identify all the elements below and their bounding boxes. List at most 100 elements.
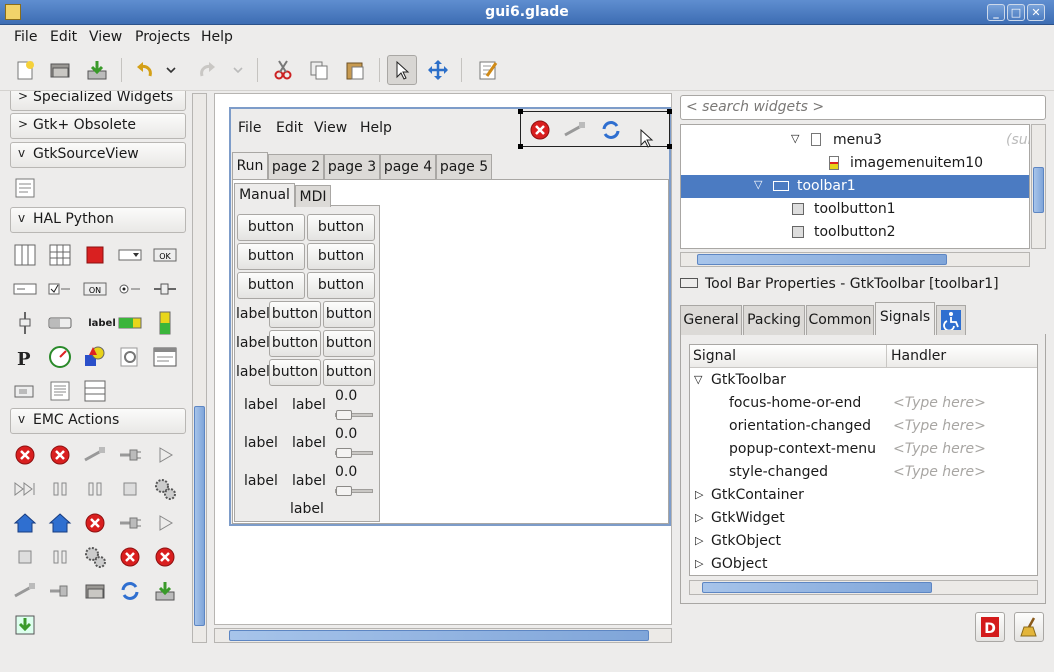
tab-manual[interactable]: Manual <box>234 183 295 207</box>
search-input[interactable]: < search widgets > <box>680 95 1046 120</box>
stop-icon[interactable] <box>117 476 143 502</box>
menu-view[interactable]: View <box>89 29 122 45</box>
vscale-icon[interactable] <box>12 310 38 336</box>
button[interactable]: button <box>307 214 375 241</box>
abort-icon[interactable] <box>117 544 143 570</box>
coolant-off-icon[interactable] <box>12 578 38 604</box>
vbar-icon[interactable] <box>152 310 178 336</box>
tab-accessibility[interactable] <box>936 305 966 335</box>
home-all-icon[interactable] <box>47 510 73 536</box>
home-icon[interactable] <box>12 510 38 536</box>
button[interactable]: button <box>269 301 321 328</box>
drag-resize-icon[interactable] <box>423 55 453 85</box>
open-file-icon[interactable] <box>82 578 108 604</box>
expander-right-icon[interactable]: ▷ <box>695 488 703 501</box>
signal-class-gtktoolbar[interactable]: ▽ GtkToolbar <box>690 372 1037 395</box>
palette-group-specialized[interactable]: > Specialized Widgets <box>10 91 186 111</box>
checkbutton-icon[interactable] <box>47 276 73 302</box>
menu-edit[interactable]: Edit <box>50 29 77 45</box>
handler-field[interactable]: <Type here> <box>893 395 986 411</box>
close-button[interactable]: ✕ <box>1027 4 1045 21</box>
signal-orientation-changed[interactable]: orientation-changed <box>729 418 871 441</box>
tab-packing[interactable]: Packing <box>743 305 805 335</box>
expander-down-icon[interactable]: ▽ <box>694 373 702 386</box>
led-icon[interactable] <box>82 242 108 268</box>
run-icon[interactable] <box>152 510 178 536</box>
expander-down-icon[interactable]: ▽ <box>754 178 762 191</box>
pause-2-icon[interactable] <box>82 476 108 502</box>
devhelp-button[interactable]: D <box>975 612 1005 642</box>
design-menu-help[interactable]: Help <box>360 120 392 136</box>
palette-group-hal[interactable]: v HAL Python <box>10 207 186 233</box>
signal-class-gtkcontainer[interactable]: ▷ GtkContainer <box>690 487 1037 510</box>
tab-signals[interactable]: Signals <box>875 302 935 335</box>
button[interactable]: button <box>307 272 375 299</box>
textview-icon[interactable] <box>47 378 73 404</box>
shapes-icon[interactable] <box>82 344 108 370</box>
widget-tree[interactable]: ▽ menu3 (sub imagemenuitem10 ▽ toolbar1 … <box>680 124 1030 249</box>
gears-2-icon[interactable] <box>82 544 108 570</box>
hscale[interactable] <box>335 486 373 496</box>
canvas-hscrollbar[interactable] <box>214 628 672 643</box>
hscale-icon[interactable] <box>152 276 178 302</box>
hscale[interactable] <box>335 448 373 458</box>
python-icon[interactable]: P <box>12 344 38 370</box>
design-window[interactable]: File Edit View Help Run page 2 page 3 pa… <box>229 107 672 526</box>
tree-row-toolbutton1[interactable]: toolbutton1 <box>681 198 1029 221</box>
menu-help[interactable]: Help <box>201 29 233 45</box>
tree-row-menu3[interactable]: ▽ menu3 (sub <box>681 129 1029 152</box>
design-menu-edit[interactable]: Edit <box>276 120 303 136</box>
undo-dropdown-icon[interactable] <box>161 55 181 85</box>
estop-reset-icon[interactable] <box>47 442 73 468</box>
handler-field[interactable]: <Type here> <box>893 441 986 457</box>
cut-icon[interactable] <box>268 55 298 85</box>
signals-hscrollbar[interactable] <box>689 580 1038 595</box>
expander-right-icon[interactable]: ▷ <box>695 557 703 570</box>
save-as-icon[interactable] <box>12 612 38 638</box>
column-handler[interactable]: Handler <box>891 348 946 364</box>
coolant-on-icon[interactable] <box>47 578 73 604</box>
button[interactable]: button <box>323 301 375 328</box>
file-button-icon[interactable] <box>12 378 38 404</box>
tab-common[interactable]: Common <box>806 305 874 335</box>
design-menu-view[interactable]: View <box>314 120 347 136</box>
combobox-icon[interactable] <box>117 242 143 268</box>
tab-page-5[interactable]: page 5 <box>436 154 492 180</box>
signals-tree[interactable]: Signal Handler ▽ GtkToolbar focus-home-o… <box>689 344 1038 576</box>
spinbutton-icon[interactable] <box>12 276 38 302</box>
radiobutton-icon[interactable] <box>117 276 143 302</box>
redo-icon[interactable] <box>192 55 222 85</box>
pause-icon[interactable] <box>47 476 73 502</box>
undo-icon[interactable] <box>130 55 160 85</box>
play-icon[interactable] <box>152 442 178 468</box>
signal-focus-home-or-end[interactable]: focus-home-or-end <box>729 395 861 418</box>
clear-button[interactable] <box>1014 612 1044 642</box>
machine-off-icon[interactable] <box>82 442 108 468</box>
tab-mdi[interactable]: MDI <box>295 185 331 207</box>
menu-projects[interactable]: Projects <box>135 29 190 45</box>
maximize-button[interactable]: □ <box>1007 4 1025 21</box>
tool-icon[interactable] <box>117 344 143 370</box>
button[interactable]: button <box>237 272 305 299</box>
signal-class-gtkobject[interactable]: ▷ GtkObject <box>690 533 1037 556</box>
reload-icon[interactable] <box>600 119 622 145</box>
new-icon[interactable] <box>10 55 40 85</box>
palette-scrollbar[interactable] <box>192 93 207 643</box>
button[interactable]: button <box>307 243 375 270</box>
button[interactable]: button <box>237 243 305 270</box>
signal-class-gobject[interactable]: ▷ GObject <box>690 556 1037 575</box>
hbar-icon[interactable] <box>117 310 143 336</box>
open-icon[interactable] <box>45 55 75 85</box>
palette-group-obsolete[interactable]: > Gtk+ Obsolete <box>10 113 186 139</box>
button[interactable]: button <box>323 330 375 357</box>
hscale[interactable] <box>335 410 373 420</box>
tree-row-imagemenuitem10[interactable]: imagemenuitem10 <box>681 152 1029 175</box>
pointer-icon[interactable] <box>387 55 417 85</box>
tree-hscrollbar[interactable] <box>680 252 1030 267</box>
edit-icon[interactable] <box>473 55 503 85</box>
tab-page-2[interactable]: page 2 <box>268 154 324 180</box>
machine-off-icon[interactable] <box>563 119 589 145</box>
design-toolbar[interactable] <box>518 109 672 149</box>
minimize-button[interactable]: _ <box>987 4 1005 21</box>
palette-group-emc[interactable]: v EMC Actions <box>10 408 186 434</box>
